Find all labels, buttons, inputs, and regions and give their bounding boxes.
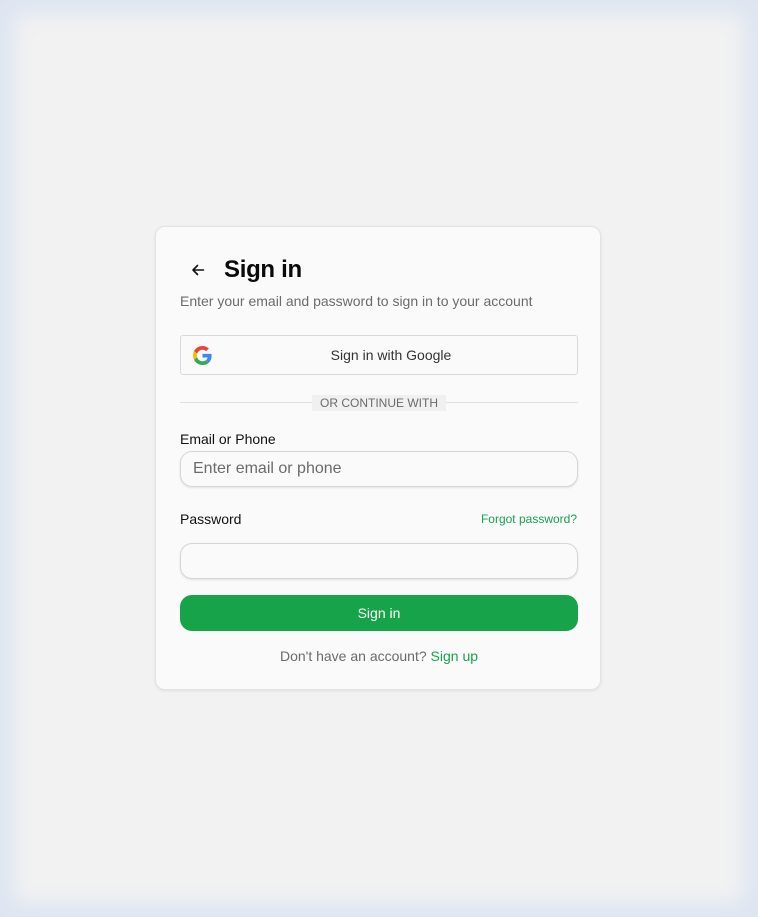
- forgot-password-link[interactable]: Forgot password?: [481, 512, 577, 526]
- back-button[interactable]: [184, 256, 212, 284]
- page-subtitle: Enter your email and password to sign in…: [180, 293, 533, 309]
- password-label: Password: [180, 511, 242, 527]
- google-sign-in-button[interactable]: Sign in with Google: [180, 335, 578, 375]
- google-icon: [193, 346, 212, 365]
- google-button-label: Sign in with Google: [330, 347, 452, 363]
- signup-prompt: Don't have an account? Sign up: [156, 648, 602, 664]
- signup-prompt-text: Don't have an account?: [279, 648, 427, 664]
- divider-text: OR CONTINUE WITH: [312, 395, 446, 411]
- arrow-left-icon: [192, 264, 205, 276]
- sign-up-link[interactable]: Sign up: [431, 648, 478, 664]
- card-header: Sign in: [180, 255, 302, 285]
- page-title: Sign in: [224, 256, 302, 283]
- password-input[interactable]: [180, 543, 578, 579]
- sign-in-card: Sign in Enter your email and password to…: [155, 226, 601, 690]
- email-label: Email or Phone: [180, 431, 276, 447]
- email-input[interactable]: [180, 451, 578, 487]
- sign-in-button[interactable]: Sign in: [180, 595, 578, 631]
